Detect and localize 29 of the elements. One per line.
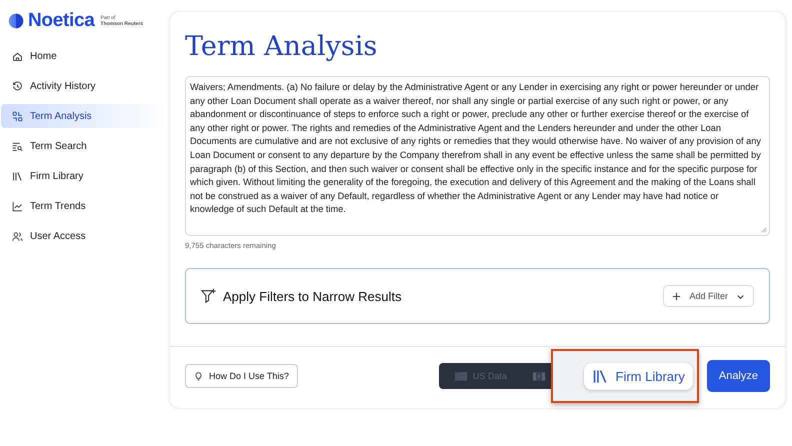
add-filter-button[interactable]: Add Filter [663,285,754,307]
lightbulb-icon [194,372,203,380]
logo-icon [8,13,24,29]
text-input-field[interactable]: Waivers; Amendments. (a) No failure or delay by the Administrative Agent or any Lender in exercising any right or power hereunder or under any other Loan Document shall operate as a waiver thereof, nor shall any single or partial exercise of any such right or power, or any abandonment or discontinuance of steps to enforce such a right or power, preclude any other or further exercise thereof or the exercise of any other right or power. The rights and remedies of the Administrative Agent and the Lenders hereunder and under the other Loan Documents are cumulative and are not exclusive of any rights or remedies that they would otherwise have. No waiver of any provision of any Loan Document or consent to any departure by the Company therefrom shall in any event be effective unless the same shall be permitted by paragraph (b) of this Section, and then such waiver or consent shall be effective only in the specific instance and for the specific purpose for which given. Without limiting the generality of the foregoing, the execution and delivery of this Agreement and the making of the Loans shall not be construed as a waiver of any Default, regardless of whether the Administrative Agent or any Lender may have had notice or knowledge of such Default at the time. [185,76,770,236]
flag-icon[interactable] [532,372,545,380]
firm-library-button[interactable]: Firm Library [584,362,693,390]
history-icon [12,80,23,92]
filters-title: Apply Filters to Narrow Results [223,288,402,304]
line-chart-icon [12,200,23,212]
sidebar-item[interactable]: Home [1,44,168,68]
users-icon [12,230,23,242]
flag-icon [454,372,467,380]
plus-icon [672,292,682,300]
logo-name: Noetica [28,10,95,32]
page-title: Term Analysis [185,30,378,64]
sidebar-item[interactable]: Activity History [1,74,168,98]
filter-icon [201,288,217,304]
sidebar-item[interactable]: Firm Library [1,164,168,188]
library-icon [592,368,609,384]
help-button[interactable]: How Do I Use This? [185,364,298,388]
resize-grip-icon[interactable] [761,227,767,233]
library-icon [12,170,23,182]
list-search-icon [12,140,23,152]
grid-icon [12,110,23,122]
sidebar-item[interactable]: Term Trends [1,194,168,218]
sidebar-item[interactable]: Term Search [1,134,168,158]
sidebar-item[interactable]: User Access [1,224,168,248]
home-icon [12,50,23,62]
analyze-button[interactable]: Analyze [706,360,770,392]
